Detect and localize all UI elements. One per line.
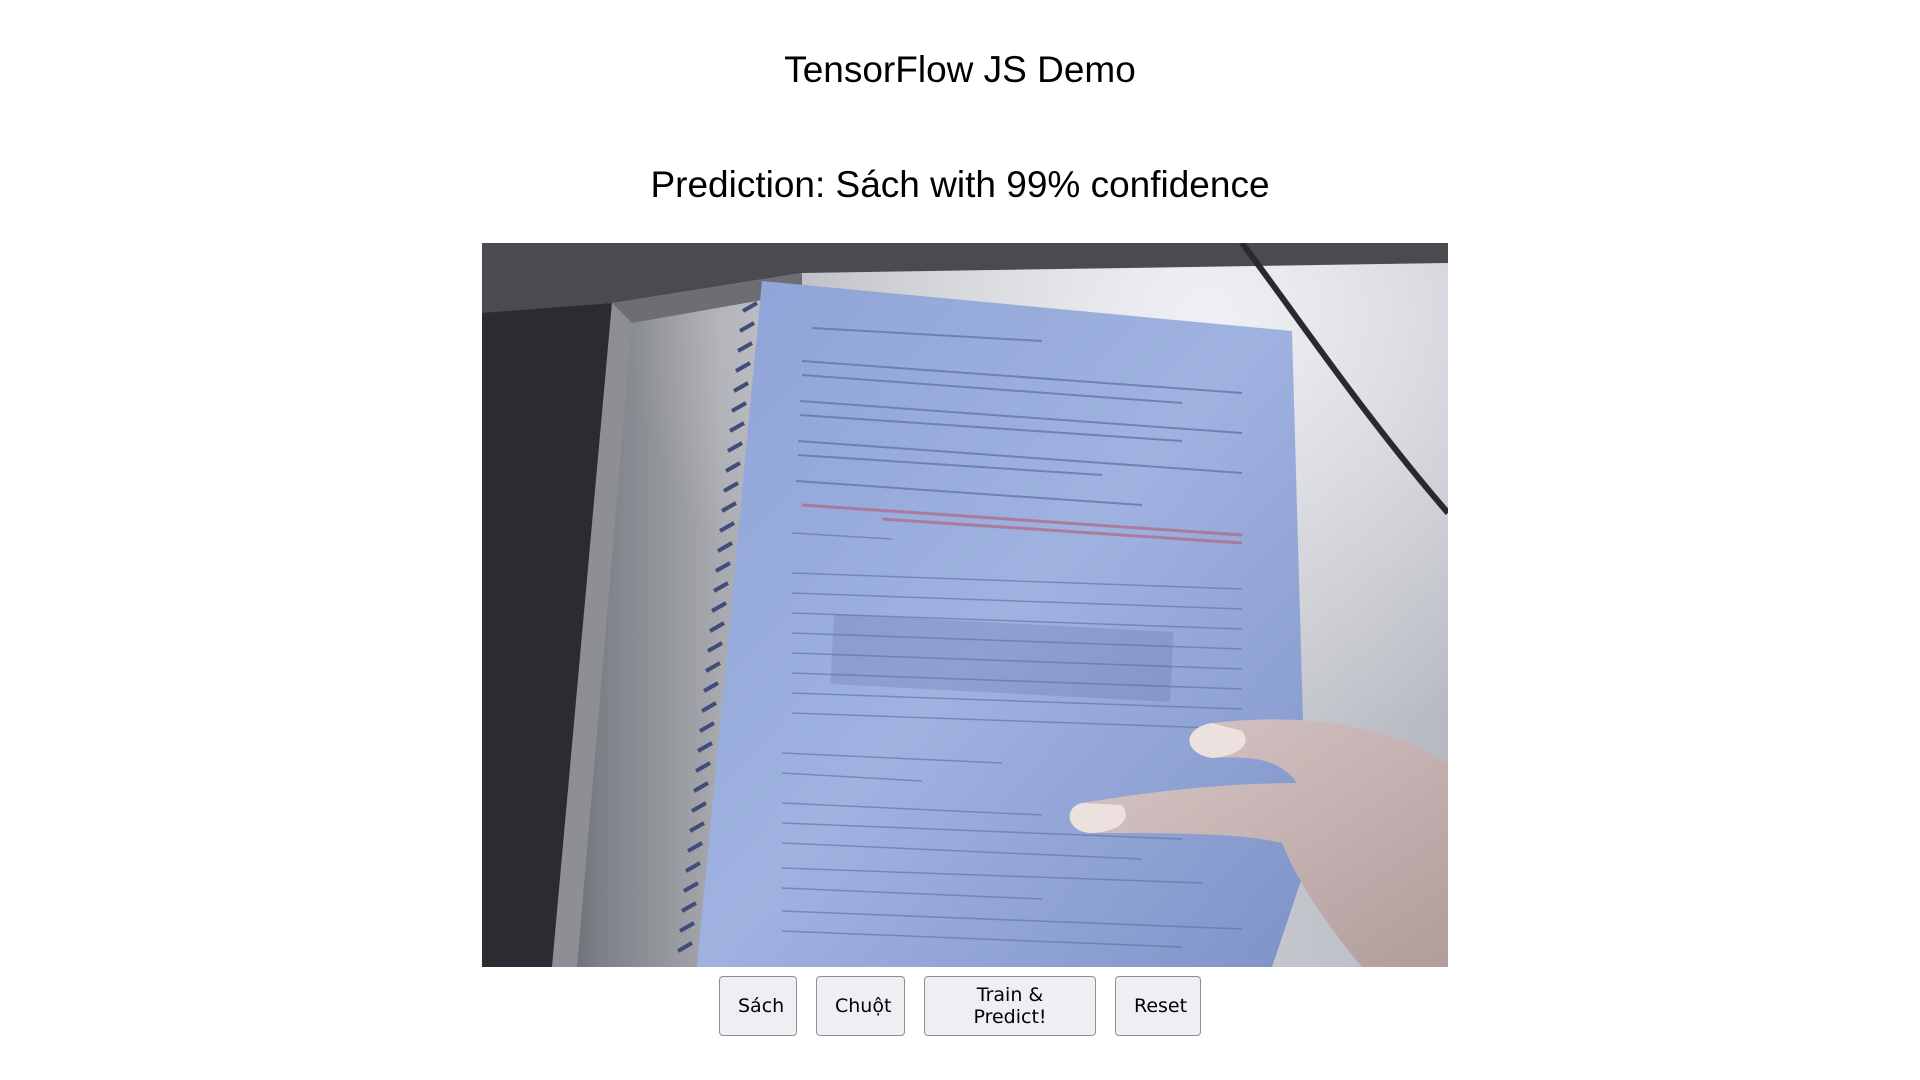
- button-row: Sách Chuột Train & Predict! Reset: [0, 976, 1920, 1036]
- train-predict-button[interactable]: Train & Predict!: [924, 976, 1096, 1036]
- class-sach-button[interactable]: Sách: [719, 976, 797, 1036]
- page: TensorFlow JS Demo Prediction: Sách with…: [0, 0, 1920, 1080]
- reset-button[interactable]: Reset: [1115, 976, 1201, 1036]
- page-title: TensorFlow JS Demo: [784, 49, 1136, 90]
- prediction-text: Prediction: Sách with 99% confidence: [650, 164, 1270, 205]
- webcam-frame-image: [482, 243, 1448, 967]
- class-chuot-button[interactable]: Chuột: [816, 976, 905, 1036]
- webcam-video: [482, 243, 1448, 967]
